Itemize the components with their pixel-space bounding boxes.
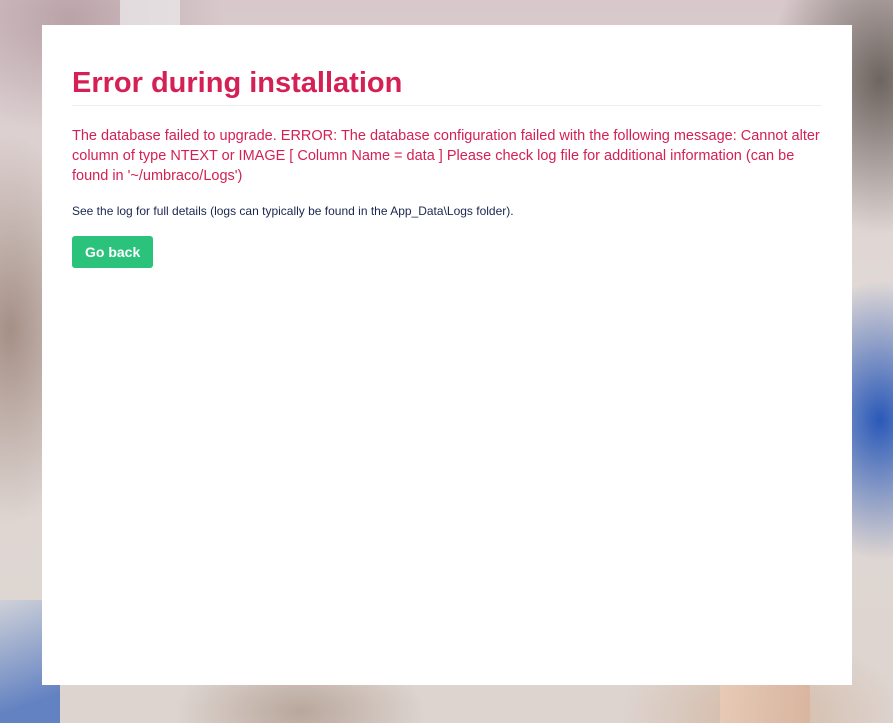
page-title: Error during installation [72, 65, 822, 106]
installer-panel: Error during installation The database f… [42, 25, 852, 685]
background-detail-bottom [720, 685, 810, 723]
go-back-button[interactable]: Go back [72, 236, 154, 268]
log-details-note: See the log for full details (logs can t… [72, 204, 514, 218]
error-message: The database failed to upgrade. ERROR: T… [72, 128, 820, 184]
background-detail-top [120, 0, 180, 25]
